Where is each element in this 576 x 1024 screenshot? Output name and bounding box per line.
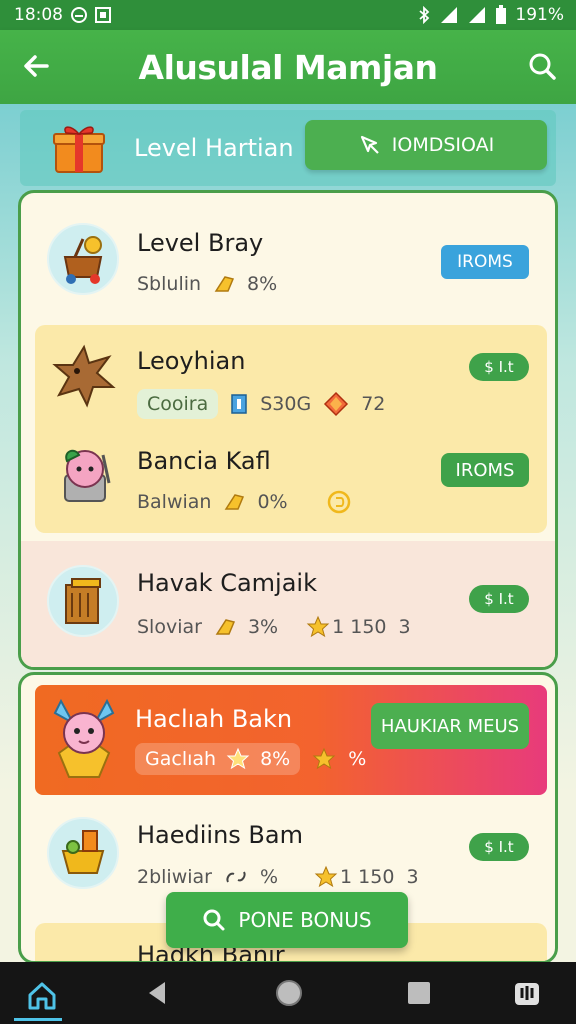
mascot-icon	[53, 443, 119, 509]
home-circle-button[interactable]	[270, 974, 308, 1012]
status-time: 18:08	[14, 5, 63, 25]
star-burst-icon	[226, 747, 250, 770]
battery-percent: 191%	[515, 5, 564, 25]
price-badge-button[interactable]: $ I.t	[469, 353, 529, 381]
bluetooth-icon	[417, 6, 431, 24]
search-icon	[203, 909, 225, 931]
treasure-icon	[47, 565, 119, 637]
row-sub-chip: Cooira	[137, 389, 219, 419]
row-sub-label: Balwian	[137, 491, 212, 513]
row-subtitle: 2bliwiar % 1 150 3	[137, 865, 419, 889]
recents-nav-button[interactable]	[402, 976, 436, 1010]
row-sub-label: 2bliwiar	[137, 866, 212, 888]
row-sub-value: 0%	[257, 491, 288, 513]
search-icon	[529, 53, 556, 80]
level-banner-button[interactable]: IOMDSIOAI	[305, 120, 547, 170]
rooms-badge-button[interactable]: IROMS	[441, 245, 529, 279]
status-bar: 18:08 191%	[0, 0, 576, 30]
list-item[interactable]: Havak Camjaik Sloviar 3% 1 150 3 $ I.t	[21, 541, 555, 667]
row-title: Bancia Kafl	[137, 447, 271, 475]
row-sub-label: Sloviar	[137, 616, 202, 638]
pin-icon	[360, 135, 379, 154]
row-sub-count: 1 150	[340, 866, 395, 888]
coin-icon	[327, 490, 350, 514]
row-title: Level Bray	[137, 229, 264, 257]
row-sub-code: S30G	[260, 393, 312, 415]
reward-card-group: Level Bray Sblulin 8% IROMS Leoyhian Coo…	[18, 190, 558, 670]
home-indicator	[14, 1018, 62, 1021]
row-subtitle: Sloviar 3% 1 150 3	[137, 615, 411, 639]
search-button[interactable]	[524, 48, 560, 84]
row-subtitle: Cooira S30G 72	[137, 389, 385, 419]
promo-button[interactable]: HAUKIAR MEUS	[371, 703, 529, 749]
tag-icon	[215, 619, 235, 635]
gift-icon	[52, 122, 106, 174]
promo-title: Haclıah Bakn	[135, 705, 293, 733]
signal-icon	[439, 6, 459, 24]
home-icon	[28, 982, 56, 1010]
fab-label: PONE BONUS	[238, 908, 372, 932]
level-banner: Level Hartian IOMDSIOAI	[20, 110, 556, 186]
list-item[interactable]: Level Bray Sblulin 8% IROMS	[21, 193, 555, 323]
back-triangle-icon	[149, 982, 165, 1004]
page-title: Alusulal Mamjan	[138, 47, 438, 87]
row-sub-value: 8%	[247, 273, 278, 295]
back-arrow-icon	[24, 55, 49, 77]
price-badge-button[interactable]: $ I.t	[469, 585, 529, 613]
notification-icon	[71, 7, 87, 23]
level-banner-button-label: IOMDSIOAI	[391, 134, 495, 156]
wifi-signal-icon	[467, 6, 487, 24]
system-nav-bar	[0, 962, 576, 1024]
row-sub-extra: 3	[406, 866, 419, 888]
promo-sub-extra: %	[348, 748, 367, 770]
row-sub-extra: 3	[398, 616, 411, 638]
promo-sub-label: Gaclıah	[145, 748, 217, 770]
row-title: Haediins Bam	[137, 821, 303, 849]
fairy-icon	[47, 693, 121, 783]
list-item[interactable]: Leoyhian Cooira S30G 72 $ I.t	[21, 329, 555, 429]
row-sub-value: %	[259, 866, 279, 888]
card-icon	[231, 394, 247, 414]
row-sub-label: Sblulin	[137, 273, 202, 295]
app-notification-icon	[95, 7, 111, 23]
row-sub-value: 72	[361, 393, 386, 415]
promo-banner[interactable]: Haclıah Bakn Gaclıah 8% % HAUKIAR MEUS	[35, 685, 547, 795]
tag-icon	[214, 276, 235, 292]
fruit-basket-icon	[47, 817, 119, 889]
level-banner-label: Level Hartian	[134, 134, 294, 162]
bonus-fab-button[interactable]: PONE BONUS	[166, 892, 408, 948]
home-nav-button[interactable]	[18, 972, 66, 1020]
rooms-badge-button[interactable]: IROMS	[441, 453, 529, 487]
list-item[interactable]: Bancia Kafl Balwian 0% IROMS	[21, 433, 555, 533]
row-title: Havak Camjaik	[137, 569, 317, 597]
row-sub-value: 3%	[247, 616, 279, 638]
star-icon	[306, 615, 330, 638]
battery-icon	[495, 5, 507, 25]
square-icon	[408, 982, 430, 1004]
accessibility-icon	[515, 983, 539, 1005]
star-icon	[314, 865, 338, 888]
promo-subtitle: Gaclıah 8% %	[135, 743, 366, 775]
star-icon	[312, 747, 336, 770]
promo-sub-value: 8%	[260, 748, 291, 770]
circle-icon	[276, 980, 302, 1006]
row-sub-count: 1 150	[332, 616, 387, 638]
leaf-icon	[51, 343, 117, 409]
back-button[interactable]	[18, 48, 54, 84]
basket-icon	[47, 223, 119, 295]
promo-chip: Gaclıah 8%	[135, 743, 301, 775]
row-subtitle: Sblulin 8%	[137, 273, 277, 295]
price-badge-button[interactable]: $ I.t	[469, 833, 529, 861]
assistant-nav-button[interactable]	[508, 974, 546, 1012]
link-icon	[226, 871, 246, 883]
app-bar: Alusulal Mamjan	[0, 30, 576, 104]
back-nav-button[interactable]	[140, 976, 174, 1010]
tag-icon	[225, 494, 245, 510]
diamond-icon	[324, 391, 349, 417]
row-title: Leoyhian	[137, 347, 246, 375]
row-subtitle: Balwian 0%	[137, 489, 352, 515]
